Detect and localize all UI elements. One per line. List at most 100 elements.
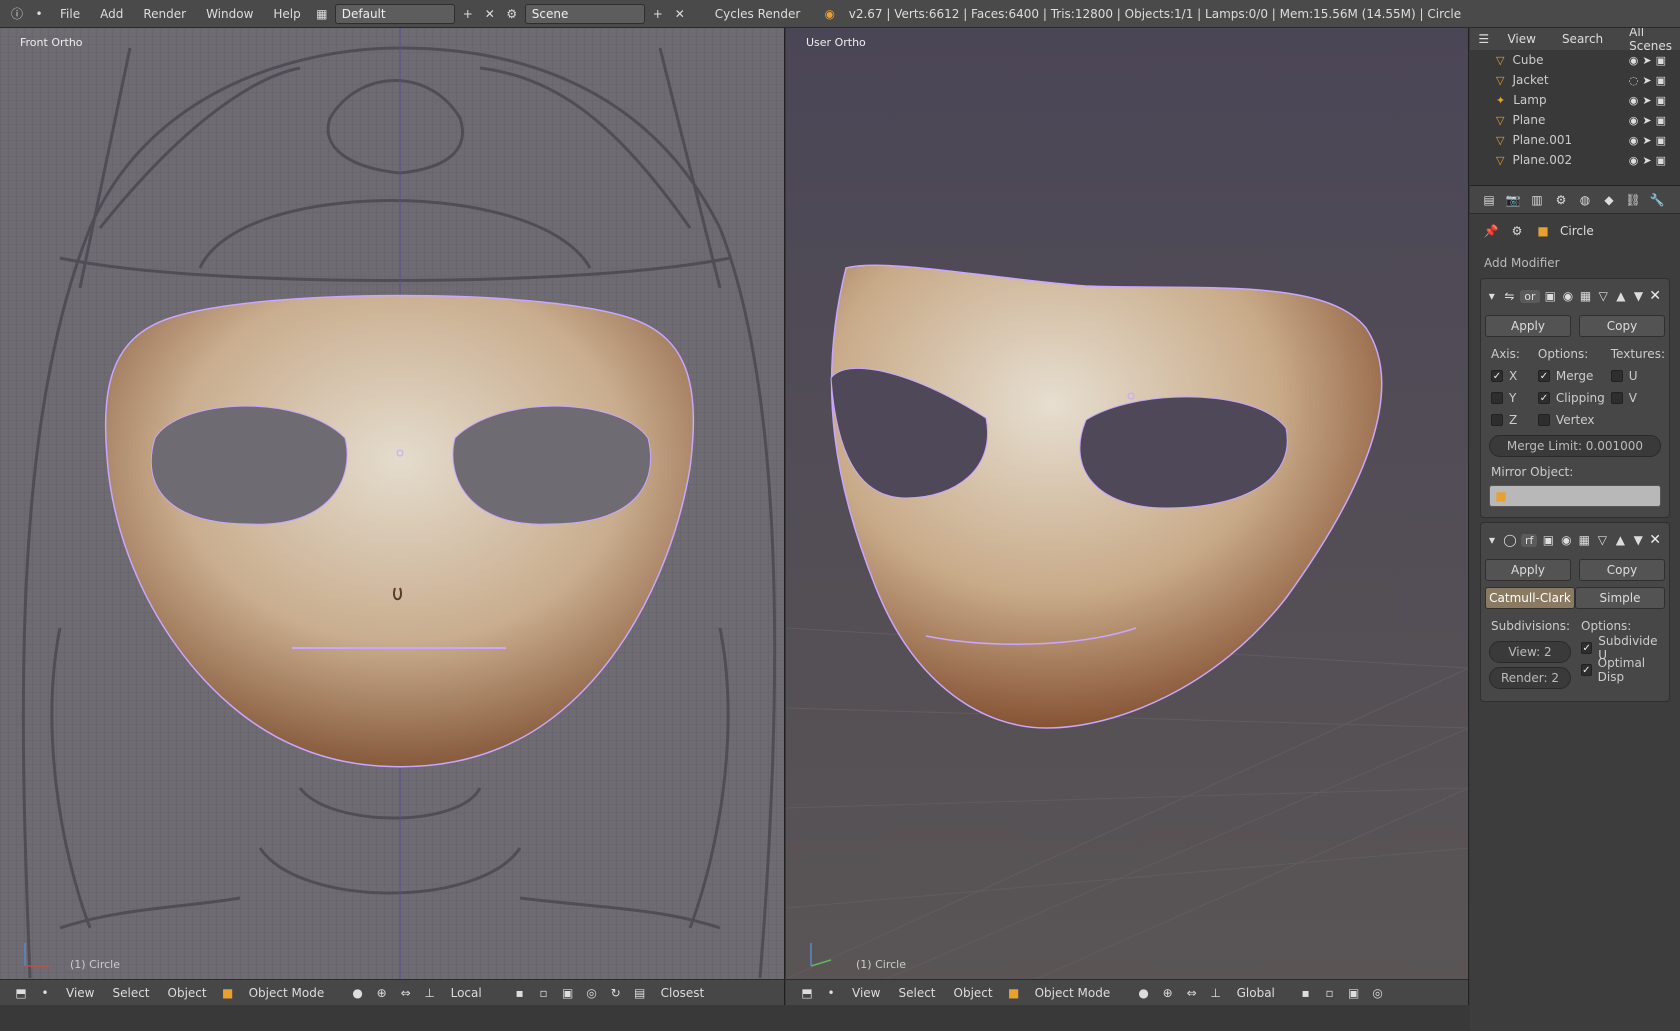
outliner-item[interactable]: ▽ Plane.002 ◉➤▣ (1470, 150, 1680, 170)
clipping-checkbox[interactable]: ✓ Clipping (1532, 387, 1605, 409)
modifier-name-field[interactable]: or (1520, 289, 1540, 303)
apply-button[interactable]: Apply (1485, 559, 1571, 581)
layers-2-icon[interactable]: ▫ (1321, 984, 1339, 1002)
mode-select[interactable]: Object Mode (1029, 986, 1129, 1000)
remove-layout-icon[interactable]: ✕ (481, 5, 499, 23)
menu-collapse-icon[interactable]: • (36, 984, 54, 1002)
add-modifier-select[interactable]: Add Modifier (1480, 252, 1670, 274)
copy-button[interactable]: Copy (1579, 315, 1665, 337)
snap-target-select[interactable]: Closest (655, 986, 711, 1000)
viewport-toggle-icon[interactable]: ◉ (1561, 287, 1575, 305)
shading-icon[interactable]: ● (349, 984, 367, 1002)
merge-checkbox[interactable]: ✓ Merge (1532, 365, 1605, 387)
menu-window[interactable]: Window (198, 7, 261, 21)
layout-select[interactable]: Default (334, 3, 455, 24)
render-icon[interactable]: ▣ (1345, 984, 1363, 1002)
visibility-icons[interactable]: ◉➤▣ (1629, 114, 1670, 127)
editor-type-icon[interactable]: ⬒ (12, 984, 30, 1002)
axis-z-checkbox[interactable]: Z (1485, 409, 1532, 431)
visibility-icons[interactable]: ◌➤▣ (1629, 74, 1670, 87)
mirror-object-field[interactable]: ■ (1489, 485, 1661, 507)
outliner-item[interactable]: ▽ Plane.001 ◉➤▣ (1470, 130, 1680, 150)
editmode-toggle-icon[interactable]: ▦ (1577, 531, 1591, 549)
apply-button[interactable]: Apply (1485, 315, 1571, 337)
visibility-icons[interactable]: ◉➤▣ (1629, 134, 1670, 147)
scene-select[interactable]: Scene (524, 3, 645, 24)
texture-u-checkbox[interactable]: U (1605, 365, 1665, 387)
scene-tab-icon[interactable]: ⚙ (1552, 191, 1570, 209)
proportional-icon[interactable]: ◎ (1369, 984, 1387, 1002)
snap-icon[interactable]: ↻ (607, 984, 625, 1002)
cage-toggle-icon[interactable]: ▽ (1596, 287, 1610, 305)
layers-2-icon[interactable]: ▫ (535, 984, 553, 1002)
constraints-tab-icon[interactable]: ⛓ (1624, 191, 1642, 209)
world-tab-icon[interactable]: ◍ (1576, 191, 1594, 209)
pivot-icon[interactable]: ⊕ (1159, 984, 1177, 1002)
orientation-select[interactable]: Global (1231, 986, 1291, 1000)
visibility-icons[interactable]: ◉➤▣ (1629, 94, 1670, 107)
outliner-search-menu[interactable]: Search (1554, 32, 1611, 46)
simple-toggle[interactable]: Simple (1575, 587, 1665, 609)
object-menu[interactable]: Object (162, 986, 213, 1000)
user-ortho-viewport[interactable]: User Ortho (1) Circle ⬒ • View Select Ob… (786, 28, 1469, 1005)
axis-x-checkbox[interactable]: ✓ X (1485, 365, 1532, 387)
menu-add[interactable]: Add (92, 7, 131, 21)
layers-icon[interactable]: ▪ (511, 984, 529, 1002)
transform-orientation-icon[interactable]: ⊥ (1207, 984, 1225, 1002)
render-tab-icon[interactable]: 📷 (1504, 191, 1522, 209)
viewport-canvas-3d[interactable] (786, 28, 1469, 979)
screen-layout-icon[interactable]: ▦ (313, 5, 331, 23)
cage-toggle-icon[interactable]: ▽ (1595, 531, 1609, 549)
visibility-icons[interactable]: ◉➤▣ (1629, 54, 1670, 67)
visibility-icons[interactable]: ◉➤▣ (1629, 154, 1670, 167)
scene-icon[interactable]: ⚙ (503, 5, 521, 23)
editor-type-icon[interactable]: ⬒ (798, 984, 816, 1002)
menu-file[interactable]: File (52, 7, 88, 21)
render-toggle-icon[interactable]: ▣ (1544, 287, 1558, 305)
collapse-icon[interactable]: ▾ (1485, 531, 1499, 549)
select-menu[interactable]: Select (106, 986, 155, 1000)
pin-icon[interactable]: 📌 (1482, 222, 1500, 240)
menu-render[interactable]: Render (135, 7, 194, 21)
render-icon[interactable]: ▣ (559, 984, 577, 1002)
proportional-icon[interactable]: ◎ (583, 984, 601, 1002)
manipulator-icon[interactable]: ⇔ (397, 984, 415, 1002)
mode-select[interactable]: Object Mode (243, 986, 343, 1000)
menu-toggle-icon[interactable]: • (30, 5, 48, 23)
catmull-clark-toggle[interactable]: Catmull-Clark (1485, 587, 1575, 609)
move-down-icon[interactable]: ▼ (1632, 287, 1646, 305)
remove-modifier-icon[interactable]: ✕ (1649, 288, 1665, 304)
vertex-checkbox[interactable]: Vertex (1532, 409, 1605, 431)
render-toggle-icon[interactable]: ▣ (1541, 531, 1555, 549)
move-up-icon[interactable]: ▲ (1614, 287, 1628, 305)
outliner-item[interactable]: ▽ Cube ◉➤▣ (1470, 50, 1680, 70)
outliner-item[interactable]: ▽ Plane ◉➤▣ (1470, 110, 1680, 130)
shading-icon[interactable]: ● (1135, 984, 1153, 1002)
pivot-icon[interactable]: ⊕ (373, 984, 391, 1002)
modifiers-tab-icon[interactable]: 🔧 (1648, 191, 1666, 209)
remove-scene-icon[interactable]: ✕ (671, 5, 689, 23)
view-levels-field[interactable]: View: 2 (1489, 641, 1571, 663)
view-menu[interactable]: View (60, 986, 100, 1000)
move-down-icon[interactable]: ▼ (1631, 531, 1645, 549)
layers-icon[interactable]: ▪ (1297, 984, 1315, 1002)
move-up-icon[interactable]: ▲ (1613, 531, 1627, 549)
viewport-toggle-icon[interactable]: ◉ (1559, 531, 1573, 549)
viewport-canvas[interactable] (0, 28, 785, 979)
outliner-item[interactable]: ✦ Lamp ◉➤▣ (1470, 90, 1680, 110)
render-engine-select[interactable]: Cycles Render (707, 7, 817, 21)
properties-type-icon[interactable]: ▤ (1480, 191, 1498, 209)
menu-help[interactable]: Help (265, 7, 308, 21)
merge-limit-field[interactable]: Merge Limit: 0.001000 (1489, 435, 1661, 457)
outliner-type-icon[interactable]: ☰ (1478, 30, 1489, 48)
mask-mesh-3d[interactable] (830, 264, 1383, 729)
editmode-toggle-icon[interactable]: ▦ (1579, 287, 1593, 305)
copy-button[interactable]: Copy (1579, 559, 1665, 581)
outliner-scenes-select[interactable]: All Scenes (1621, 28, 1680, 53)
view-menu[interactable]: View (846, 986, 886, 1000)
remove-modifier-icon[interactable]: ✕ (1649, 532, 1665, 548)
add-scene-icon[interactable]: + (649, 5, 667, 23)
object-menu[interactable]: Object (948, 986, 999, 1000)
outliner-item[interactable]: ▽ Jacket ◌➤▣ (1470, 70, 1680, 90)
transform-orientation-icon[interactable]: ⊥ (421, 984, 439, 1002)
